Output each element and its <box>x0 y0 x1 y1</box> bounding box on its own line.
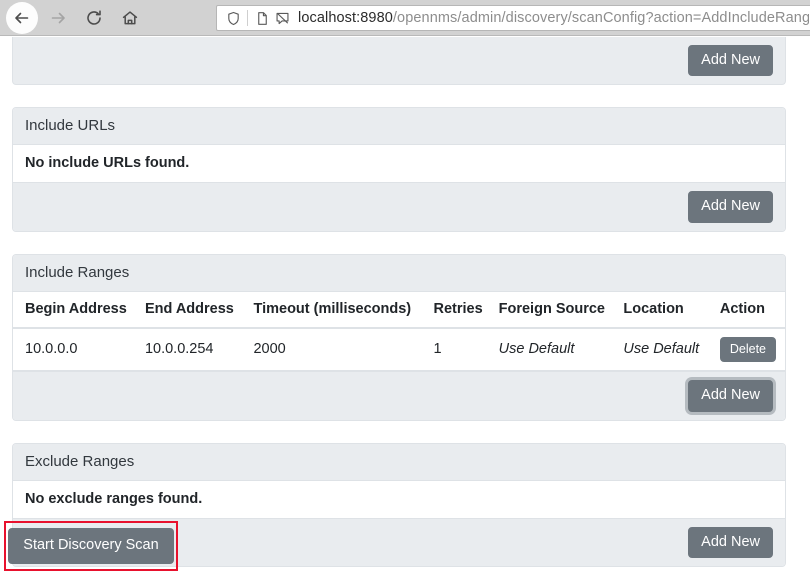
include-ranges-table: Begin Address End Address Timeout (milli… <box>13 291 785 371</box>
cell-foreign-source: Use Default <box>490 327 616 371</box>
include-ranges-footer: Add New <box>13 371 785 420</box>
forward-button[interactable] <box>42 2 74 34</box>
urlbar-divider <box>247 10 248 26</box>
column-header-end-address: End Address <box>136 291 246 329</box>
cell-end-address: 10.0.0.254 <box>136 327 246 371</box>
start-scan-highlight-box: Start Discovery Scan <box>4 521 178 571</box>
address-bar[interactable]: localhost:8980/opennms/admin/discovery/s… <box>216 5 810 31</box>
url-host: localhost:8980 <box>298 10 393 26</box>
back-arrow-icon <box>13 9 31 27</box>
tracking-protection-icon[interactable] <box>272 8 292 28</box>
home-icon <box>121 9 139 27</box>
cell-timeout: 2000 <box>245 327 426 371</box>
include-urls-panel: Include URLs No include URLs found. Add … <box>12 107 786 232</box>
reload-icon <box>85 9 103 27</box>
page-info-icon[interactable] <box>252 8 272 28</box>
add-new-button-top[interactable]: Add New <box>688 44 773 77</box>
add-new-button-include-ranges[interactable]: Add New <box>688 380 773 412</box>
cell-action: Delete <box>711 327 785 371</box>
url-text: localhost:8980/opennms/admin/discovery/s… <box>298 10 809 26</box>
column-header-location: Location <box>615 291 712 329</box>
include-urls-empty-message: No include URLs found. <box>13 145 785 182</box>
include-urls-title: Include URLs <box>13 108 785 145</box>
table-row: 10.0.0.0 10.0.0.254 2000 1 Use Default U… <box>13 327 785 371</box>
include-ranges-title: Include Ranges <box>13 254 785 292</box>
start-discovery-scan-button[interactable]: Start Discovery Scan <box>8 528 174 564</box>
column-header-begin-address: Begin Address <box>13 291 137 329</box>
exclude-ranges-title: Exclude Ranges <box>13 443 785 481</box>
table-header-row: Begin Address End Address Timeout (milli… <box>13 291 785 329</box>
delete-button[interactable]: Delete <box>719 336 777 362</box>
column-header-action: Action <box>711 291 785 329</box>
forward-arrow-icon <box>49 9 67 27</box>
add-new-button-include-urls[interactable]: Add New <box>688 191 773 223</box>
reload-button[interactable] <box>78 2 110 34</box>
exclude-ranges-empty-message: No exclude ranges found. <box>13 480 785 518</box>
column-header-timeout: Timeout (milliseconds) <box>245 291 426 329</box>
cell-retries: 1 <box>425 327 491 371</box>
cell-begin-address: 10.0.0.0 <box>13 327 137 371</box>
back-button[interactable] <box>6 1 38 34</box>
url-path: /opennms/admin/discovery/scanConfig?acti… <box>392 10 809 26</box>
include-urls-footer: Add New <box>13 182 785 231</box>
shield-icon[interactable] <box>223 8 243 28</box>
include-ranges-panel: Include Ranges Begin Address End Address… <box>12 253 786 421</box>
column-header-foreign-source: Foreign Source <box>490 291 616 329</box>
browser-toolbar: localhost:8980/opennms/admin/discovery/s… <box>0 0 810 36</box>
home-button[interactable] <box>114 2 146 34</box>
cell-location: Use Default <box>615 327 712 371</box>
column-header-retries: Retries <box>425 291 491 329</box>
scrolled-panel-footer: Add New <box>12 37 786 85</box>
add-new-button-exclude-ranges[interactable]: Add New <box>688 526 773 558</box>
page-content: Add New Include URLs No include URLs fou… <box>0 37 810 576</box>
